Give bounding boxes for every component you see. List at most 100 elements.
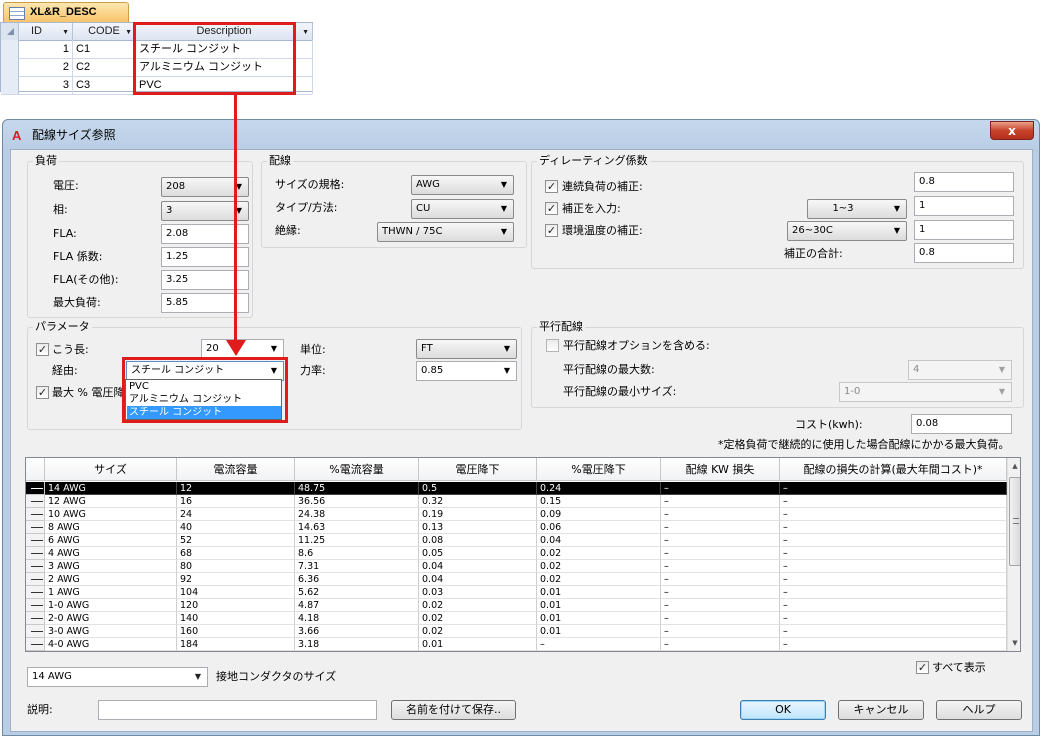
size-standard-combo[interactable]: AWG ▼: [411, 175, 514, 195]
scroll-down-icon[interactable]: ▼: [1008, 635, 1020, 651]
table-row[interactable]: 4-0 AWG 184 3.18 0.01– – –: [26, 638, 1007, 651]
cell-ampacity[interactable]: 120: [177, 599, 295, 612]
cell-voltage-drop[interactable]: 0.01: [419, 638, 537, 651]
cell-annual-cost[interactable]: –: [780, 560, 1007, 573]
cell-voltage-drop[interactable]: 0.08: [419, 534, 537, 547]
save-as-button[interactable]: 名前を付けて保存..: [391, 700, 516, 720]
dialog-titlebar[interactable]: A 配線サイズ参照 x: [3, 120, 1039, 149]
cell-ampacity[interactable]: 52: [177, 534, 295, 547]
unit-combo[interactable]: FT ▼: [416, 339, 517, 359]
ok-button[interactable]: OK: [740, 700, 826, 720]
row-header[interactable]: [26, 612, 45, 625]
cell-kw-loss[interactable]: –: [661, 547, 780, 560]
cell-size[interactable]: 1-0 AWG: [45, 599, 177, 612]
cell-kw-loss[interactable]: –: [661, 534, 780, 547]
total-correction-field[interactable]: 0.8: [914, 243, 1014, 263]
cell-ampacity[interactable]: 16: [177, 495, 295, 508]
cell-ampacity-percent[interactable]: 5.62: [295, 586, 419, 599]
cell-kw-loss[interactable]: –: [661, 612, 780, 625]
cell-ampacity[interactable]: 104: [177, 586, 295, 599]
cell-voltage-drop[interactable]: 0.04: [419, 573, 537, 586]
cell-kw-loss[interactable]: –: [661, 625, 780, 638]
cell-id[interactable]: 3: [19, 76, 73, 94]
cell-ampacity-percent[interactable]: 6.36: [295, 573, 419, 586]
row-selector[interactable]: [1, 40, 19, 58]
table-row[interactable]: 2 AWG 92 6.36 0.04 0.02– –: [26, 573, 1007, 586]
cell-annual-cost[interactable]: –: [780, 599, 1007, 612]
cell-annual-cost[interactable]: –: [780, 612, 1007, 625]
cell-id[interactable]: 2: [19, 58, 73, 76]
cell-voltage-drop[interactable]: 0.19: [419, 508, 537, 521]
cell-ampacity[interactable]: 160: [177, 625, 295, 638]
cell-kw-loss[interactable]: –: [661, 638, 780, 651]
row-header[interactable]: [26, 651, 45, 652]
cell-ampacity[interactable]: 24: [177, 508, 295, 521]
column-header-id[interactable]: ID ▼: [19, 23, 73, 40]
chevron-down-icon[interactable]: ▼: [62, 24, 69, 41]
cell-kw-loss[interactable]: –: [661, 573, 780, 586]
table-row[interactable]: 14 AWG 12 48.75 0.5 0.24– –: [26, 482, 1007, 495]
cell-voltage-drop[interactable]: 0.02: [419, 599, 537, 612]
type-method-combo[interactable]: CU ▼: [411, 199, 514, 219]
cell-size[interactable]: 8 AWG: [45, 521, 177, 534]
cell-ampacity[interactable]: 204: [177, 651, 295, 652]
cell-ampacity-percent[interactable]: 36.56: [295, 495, 419, 508]
continuous-load-checkbox[interactable]: ✓: [545, 180, 558, 193]
cell-kw-loss[interactable]: –: [661, 508, 780, 521]
row-header[interactable]: [26, 599, 45, 612]
grid-header-kw-loss[interactable]: 配線 KW 損失: [661, 458, 780, 481]
cell-voltage-drop[interactable]: 0.02: [419, 625, 537, 638]
cell-voltage-drop-percent[interactable]: 0.01: [537, 586, 661, 599]
table-row[interactable]: 3 AWG 80 7.31 0.04 0.02– –: [26, 560, 1007, 573]
table-row[interactable]: 250 KCMIL2042.870.01: [26, 651, 1006, 652]
cost-field[interactable]: 0.08: [911, 414, 1012, 434]
cell-annual-cost[interactable]: –: [780, 508, 1007, 521]
parallel-min-size-combo[interactable]: 1-0 ▼: [839, 382, 1012, 402]
cell-voltage-drop[interactable]: 0.01: [419, 651, 537, 652]
cell-voltage-drop-percent[interactable]: –: [537, 638, 661, 651]
cell-code[interactable]: C3: [73, 76, 136, 94]
table-row[interactable]: 2-0 AWG 140 4.18 0.02 0.01– –: [26, 612, 1007, 625]
cell-voltage-drop-percent[interactable]: 0.02: [537, 560, 661, 573]
cell-ampacity-percent[interactable]: 7.31: [295, 560, 419, 573]
grid-header-ampacity[interactable]: 電流容量: [177, 458, 295, 481]
scroll-thumb[interactable]: [1009, 477, 1020, 566]
cell-kw-loss[interactable]: –: [661, 495, 780, 508]
power-factor-combo[interactable]: 0.85 ▼: [416, 361, 517, 381]
cell-size[interactable]: 2-0 AWG: [45, 612, 177, 625]
cell-ampacity-percent[interactable]: 48.75: [295, 482, 419, 495]
table-row[interactable]: 3-0 AWG 160 3.66 0.02 0.01– –: [26, 625, 1007, 638]
row-selector[interactable]: [1, 76, 19, 94]
cell-size[interactable]: 14 AWG: [45, 482, 177, 495]
cell-code[interactable]: C2: [73, 58, 136, 76]
ambient-temp-field[interactable]: 1: [914, 220, 1014, 240]
cell-annual-cost[interactable]: –: [780, 521, 1007, 534]
cell-voltage-drop-percent[interactable]: 0.09: [537, 508, 661, 521]
cell-ampacity[interactable]: 80: [177, 560, 295, 573]
grid-header-size[interactable]: サイズ: [45, 458, 177, 481]
cell-ampacity-percent[interactable]: 3.18: [295, 638, 419, 651]
cell-voltage-drop-percent[interactable]: 0.01: [537, 612, 661, 625]
table-row[interactable]: 8 AWG 40 14.63 0.13 0.06– –: [26, 521, 1007, 534]
correction-checkbox[interactable]: ✓: [545, 202, 558, 215]
include-parallel-checkbox[interactable]: [546, 339, 559, 352]
cell-voltage-drop[interactable]: 0.04: [419, 560, 537, 573]
row-header[interactable]: [26, 521, 45, 534]
cell-size[interactable]: 6 AWG: [45, 534, 177, 547]
cell-kw-loss[interactable]: –: [661, 560, 780, 573]
cell-voltage-drop[interactable]: 0.32: [419, 495, 537, 508]
cell-annual-cost[interactable]: –: [780, 534, 1007, 547]
cell-voltage-drop-percent[interactable]: 0.04: [537, 534, 661, 547]
cell-voltage-drop[interactable]: 0.03: [419, 586, 537, 599]
cell-voltage-drop-percent[interactable]: 0.02: [537, 547, 661, 560]
cell-voltage-drop[interactable]: 0.05: [419, 547, 537, 560]
cell-size[interactable]: 3-0 AWG: [45, 625, 177, 638]
cell-ampacity[interactable]: 12: [177, 482, 295, 495]
cell-ampacity-percent[interactable]: 2.87: [295, 651, 419, 652]
cell-ampacity-percent[interactable]: 3.66: [295, 625, 419, 638]
cell-annual-cost[interactable]: –: [780, 573, 1007, 586]
length-checkbox[interactable]: ✓: [36, 343, 49, 356]
continuous-load-field[interactable]: 0.8: [914, 172, 1014, 192]
scroll-up-icon[interactable]: ▲: [1008, 458, 1020, 474]
cell-ampacity[interactable]: 68: [177, 547, 295, 560]
